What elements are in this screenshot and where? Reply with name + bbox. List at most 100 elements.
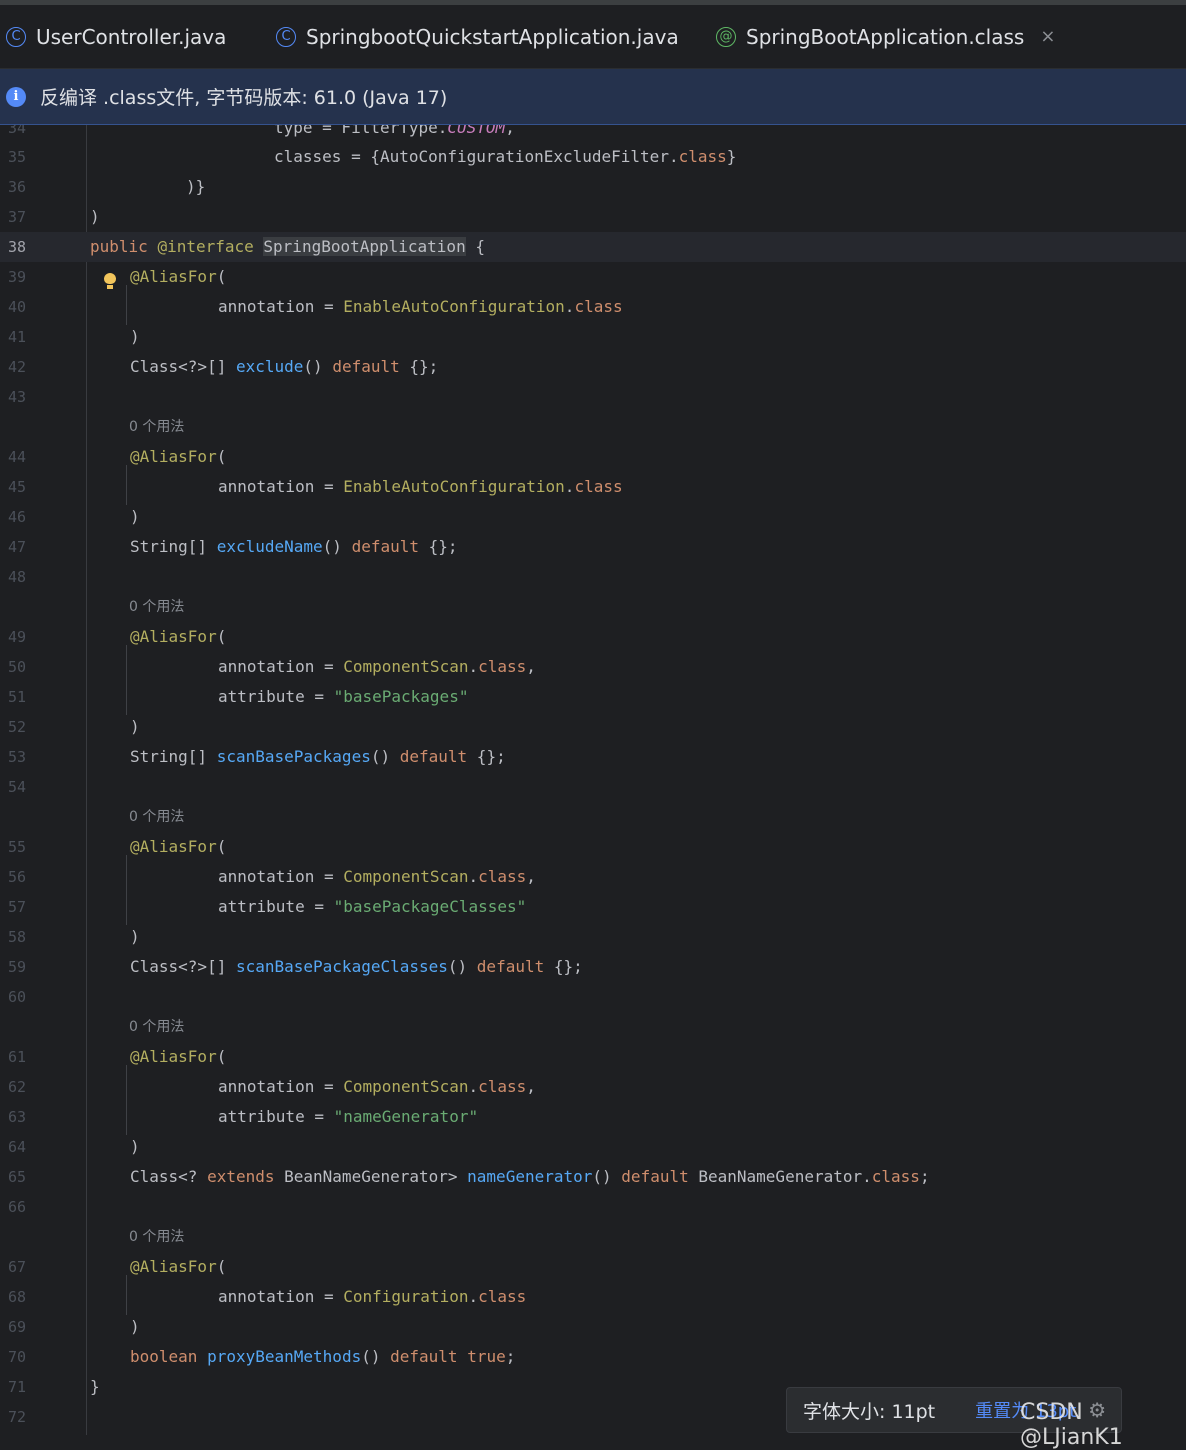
- line-number: 62: [8, 1078, 27, 1096]
- highlighted-identifier: SpringBootApplication: [263, 237, 466, 256]
- editor-tab-bar: C UserController.java C SpringbootQuicks…: [0, 5, 1186, 73]
- code-line: 40 annotation = EnableAutoConfiguration.…: [0, 292, 1186, 322]
- current-code-line: 38 public @interface SpringBootApplicati…: [0, 232, 1186, 262]
- code-line: 58 ): [0, 922, 1186, 952]
- tab-springboot-quickstart-application[interactable]: C SpringbootQuickstartApplication.java: [276, 5, 679, 68]
- code-text: @AliasFor(: [130, 837, 227, 856]
- annotation-icon: @: [716, 26, 736, 47]
- line-number: 61: [8, 1048, 27, 1066]
- class-run-icon: C: [276, 26, 296, 47]
- code-line: 36 )}: [0, 172, 1186, 202]
- code-line: 35 classes = {AutoConfigurationExcludeFi…: [0, 142, 1186, 172]
- tab-label: SpringBootApplication.class: [746, 24, 1025, 49]
- code-line: 67 @AliasFor(: [0, 1252, 1186, 1282]
- code-text: ): [130, 1317, 140, 1336]
- code-text: boolean proxyBeanMethods() default true;: [130, 1347, 516, 1366]
- usage-hint[interactable]: 0 个用法: [129, 802, 184, 832]
- code-line: 50 annotation = ComponentScan.class,: [0, 652, 1186, 682]
- code-text: annotation = ComponentScan.class,: [218, 1077, 536, 1096]
- line-number: 43: [8, 388, 27, 406]
- code-text: attribute = "basePackages": [218, 687, 469, 706]
- code-line: 60: [0, 982, 1186, 1012]
- line-number: 42: [8, 358, 27, 376]
- code-text: }: [90, 1377, 100, 1396]
- code-line: 34 type = FilterType.CUSTOM,: [0, 125, 1186, 143]
- code-line: 39 @AliasFor(: [0, 262, 1186, 292]
- code-line: 52 ): [0, 712, 1186, 742]
- line-number: 50: [8, 658, 27, 676]
- line-number: 53: [8, 748, 27, 766]
- code-line: 68 annotation = Configuration.class: [0, 1282, 1186, 1312]
- code-text: String[] scanBasePackages() default {};: [130, 747, 506, 766]
- line-number: 63: [8, 1108, 27, 1126]
- code-text: type = FilterType.CUSTOM,: [274, 125, 515, 137]
- code-text: @AliasFor(: [130, 627, 227, 646]
- usage-hint[interactable]: 0 个用法: [129, 1222, 184, 1252]
- code-line: 51 attribute = "basePackages": [0, 682, 1186, 712]
- tab-springboot-application-class[interactable]: @ SpringBootApplication.class ×: [716, 5, 1055, 68]
- code-text: annotation = ComponentScan.class,: [218, 867, 536, 886]
- line-number: 46: [8, 508, 27, 526]
- tab-user-controller[interactable]: C UserController.java: [6, 5, 226, 68]
- code-text: ): [130, 327, 140, 346]
- line-number: 55: [8, 838, 27, 856]
- code-text: attribute = "basePackageClasses": [218, 897, 527, 916]
- usage-hint[interactable]: 0 个用法: [129, 1012, 184, 1042]
- line-number: 45: [8, 478, 27, 496]
- line-number: 64: [8, 1138, 27, 1156]
- line-number: 36: [8, 178, 27, 196]
- line-number: 37: [8, 208, 27, 226]
- code-line: 47 String[] excludeName() default {};: [0, 532, 1186, 562]
- line-number: 66: [8, 1198, 27, 1216]
- close-icon[interactable]: ×: [1040, 26, 1055, 47]
- line-number: 70: [8, 1348, 27, 1366]
- line-number: 34: [8, 125, 27, 137]
- line-number: 67: [8, 1258, 27, 1276]
- code-text: Class<?>[] exclude() default {};: [130, 357, 439, 376]
- code-text: annotation = ComponentScan.class,: [218, 657, 536, 676]
- code-text: ): [130, 507, 140, 526]
- line-number: 40: [8, 298, 27, 316]
- code-line: 45 annotation = EnableAutoConfiguration.…: [0, 472, 1186, 502]
- code-text: annotation = EnableAutoConfiguration.cla…: [218, 297, 623, 316]
- line-number: 48: [8, 568, 27, 586]
- line-number: 38: [8, 238, 27, 256]
- usage-hint[interactable]: 0 个用法: [129, 412, 184, 442]
- code-line: 46 ): [0, 502, 1186, 532]
- code-text: String[] excludeName() default {};: [130, 537, 458, 556]
- code-text: ): [130, 927, 140, 946]
- font-size-label: 字体大小: 11pt: [803, 1400, 936, 1423]
- code-line: 54: [0, 772, 1186, 802]
- code-editor[interactable]: 34 type = FilterType.CUSTOM, 35 classes …: [0, 125, 1186, 1435]
- line-number: 65: [8, 1168, 27, 1186]
- line-number: 58: [8, 928, 27, 946]
- line-number: 72: [8, 1408, 27, 1426]
- line-number: 44: [8, 448, 27, 466]
- line-number: 54: [8, 778, 27, 796]
- code-text: @AliasFor(: [130, 447, 227, 466]
- code-line: 44 @AliasFor(: [0, 442, 1186, 472]
- code-text: annotation = Configuration.class: [218, 1287, 527, 1306]
- line-number: 47: [8, 538, 27, 556]
- line-number: 59: [8, 958, 27, 976]
- code-line: 42 Class<?>[] exclude() default {};: [0, 352, 1186, 382]
- code-line: 61 @AliasFor(: [0, 1042, 1186, 1072]
- code-line: 48: [0, 562, 1186, 592]
- usage-hint[interactable]: 0 个用法: [129, 592, 184, 622]
- code-text: )}: [186, 177, 206, 196]
- code-line: 62 annotation = ComponentScan.class,: [0, 1072, 1186, 1102]
- code-text: @AliasFor(: [130, 1257, 227, 1276]
- code-line: 69 ): [0, 1312, 1186, 1342]
- line-number: 41: [8, 328, 27, 346]
- line-number: 35: [8, 148, 27, 166]
- code-line: 37 ): [0, 202, 1186, 232]
- usage-hint-row: 0 个用法: [0, 592, 1186, 622]
- usage-hint-row: 0 个用法: [0, 412, 1186, 442]
- line-number: 56: [8, 868, 27, 886]
- code-text: classes = {AutoConfigurationExcludeFilte…: [274, 147, 737, 166]
- line-number: 51: [8, 688, 27, 706]
- class-icon: C: [6, 26, 26, 47]
- usage-hint-row: 0 个用法: [0, 1012, 1186, 1042]
- line-number: 52: [8, 718, 27, 736]
- code-line: 49 @AliasFor(: [0, 622, 1186, 652]
